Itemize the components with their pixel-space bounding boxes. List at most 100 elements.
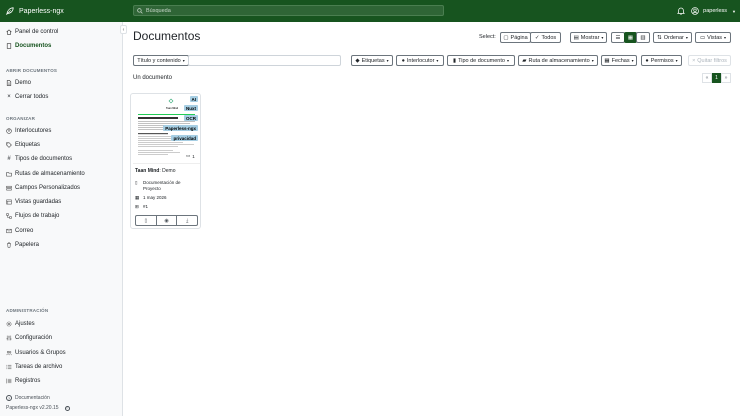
filter-permissions-dropdown[interactable]: ● Permisos ▾ — [641, 55, 682, 66]
sidebar-item-label: Vistas guardadas — [15, 199, 62, 205]
close-icon: × — [7, 94, 11, 100]
user-menu[interactable]: paperless ▼ — [691, 7, 736, 15]
filter-mode-label: Título y contenido — [137, 57, 181, 64]
sidebar-item-label: Cerrar todos — [15, 94, 49, 100]
sidebar-item-mail[interactable]: Correo — [6, 228, 33, 234]
document-card[interactable]: Taan Mind AI Nuxt OCR Paperless-ngx priv… — [130, 93, 201, 229]
download-document-button[interactable]: ⤓ — [177, 216, 197, 225]
file-icon: ▢ — [503, 34, 509, 41]
app-brand[interactable]: Paperless-ngx — [6, 7, 130, 15]
filter-tags-dropdown[interactable]: ◆ Etiquetas ▾ — [351, 55, 393, 66]
filter-tags-label: Etiquetas — [361, 57, 385, 64]
sidebar-item-workflows[interactable]: Flujos de trabajo — [6, 213, 59, 219]
filter-doctype-label: Tipo de documento — [458, 57, 505, 64]
notes-badge[interactable]: ▭ 1 — [185, 153, 196, 159]
calendar-icon: ▦ — [135, 195, 140, 200]
caret-down-icon: ▾ — [631, 58, 634, 63]
caret-down-icon: ▾ — [182, 58, 185, 63]
sidebar-item-dashboard[interactable]: Panel de control — [6, 29, 58, 35]
sidebar-item-logs[interactable]: Registros — [6, 378, 40, 384]
filter-storage-label: Ruta de almacenamiento — [528, 57, 590, 64]
views-label: Vistas — [707, 34, 723, 41]
caret-down-icon: ▾ — [685, 35, 688, 40]
info-icon[interactable]: i — [64, 405, 70, 411]
chat-icon: ▭ — [186, 153, 191, 158]
sort-label: Ordenar — [663, 34, 684, 41]
document-type-row[interactable]: ▯ Documentación de Proyecto — [135, 180, 195, 192]
sidebar-item-saved-views[interactable]: Vistas guardadas — [6, 199, 61, 205]
sidebar-item-label: Demo — [15, 80, 32, 86]
chevron-down-icon: ▼ — [732, 8, 736, 14]
sidebar-item-trash[interactable]: Papelera — [6, 242, 39, 248]
sidebar-item-label: Correo — [15, 228, 34, 234]
folder-icon: ▰ — [522, 57, 527, 64]
views-dropdown[interactable]: ▭ Vistas ▾ — [695, 32, 731, 43]
select-all-button[interactable]: ✓ Todos — [530, 32, 561, 43]
caret-down-icon: ▾ — [601, 35, 604, 40]
document-title[interactable]: Taan Mind: Demo — [135, 168, 175, 174]
document-date: 1 may 2026 — [143, 195, 167, 200]
sidebar-item-close-all[interactable]: × Cerrar todos — [6, 94, 48, 100]
search-box[interactable] — [133, 5, 444, 16]
show-dropdown[interactable]: ▤ Mostrar ▾ — [570, 32, 607, 43]
gear-icon — [6, 321, 12, 327]
fields-icon — [6, 185, 12, 191]
sidebar-item-configuration[interactable]: Configuración — [6, 335, 52, 341]
view-list-button[interactable]: ☰ — [611, 32, 625, 43]
house-icon — [6, 29, 12, 35]
sidebar-item-settings[interactable]: Ajustes — [6, 321, 35, 327]
doc-tag-ocr[interactable]: OCR — [184, 115, 198, 121]
file-icon: ▮ — [453, 57, 457, 64]
section-administration: ADMINISTRACIÓN — [6, 308, 49, 313]
document-correspondent[interactable]: Taan Mind — [135, 168, 159, 174]
leaf-logo-icon — [6, 7, 14, 15]
filter-correspondent-dropdown[interactable]: ● Interlocutor ▾ — [396, 55, 444, 66]
select-page-button[interactable]: ▢ Página — [500, 32, 531, 43]
bell-icon[interactable] — [677, 7, 686, 15]
filter-dates-dropdown[interactable]: ▦ Fechas ▾ — [601, 55, 637, 66]
version-info: Paperless-ngx v2.20.15 i — [6, 405, 70, 411]
doc-tag-privacidad[interactable]: privacidad — [171, 135, 198, 141]
sidebar-item-custom-fields[interactable]: Campos Personalizados — [6, 185, 80, 191]
pager-page-1[interactable]: 1 — [712, 73, 721, 83]
documentation-link[interactable]: ? Documentación — [6, 395, 50, 401]
document-date-row: ▦ 1 may 2026 — [135, 195, 167, 201]
doc-tag-paperless[interactable]: Paperless-ngx — [163, 125, 198, 131]
pager-prev[interactable]: « — [702, 73, 712, 83]
search-input[interactable] — [146, 7, 436, 14]
sidebar-item-label: Documentos — [15, 43, 52, 49]
sidebar-item-correspondents[interactable]: Interlocutores — [6, 128, 51, 134]
sidebar-item-label: Campos Personalizados — [15, 185, 81, 191]
sidebar-item-users-groups[interactable]: Usuarios & Grupos — [6, 350, 66, 356]
preview-document-button[interactable]: ◉ — [157, 216, 178, 225]
filter-mode-dropdown[interactable]: Título y contenido ▾ — [133, 55, 189, 66]
filter-doctype-dropdown[interactable]: ▮ Tipo de documento ▾ — [447, 55, 515, 66]
pager-next[interactable]: » — [721, 73, 731, 83]
sidebar-item-documents[interactable]: Documentos — [6, 43, 51, 49]
view-large-cards-button[interactable]: ▥ — [636, 32, 650, 43]
open-document-button[interactable]: ▯ — [136, 216, 157, 225]
sidebar-item-tags[interactable]: Etiquetas — [6, 142, 40, 148]
sidebar-item-storage-paths[interactable]: Rutas de almacenamiento — [6, 171, 85, 177]
users-icon — [6, 350, 12, 356]
sidebar-item-open-demo[interactable]: Demo — [6, 80, 31, 86]
document-icon — [6, 43, 12, 49]
views-icon: ▭ — [699, 34, 706, 41]
person-icon — [6, 128, 12, 134]
sidebar-item-label: Panel de control — [15, 29, 59, 35]
grid-icon: ▦ — [627, 34, 634, 41]
filter-text-input[interactable] — [188, 55, 341, 66]
sidebar-item-document-types[interactable]: # Tipos de documentos — [6, 156, 72, 162]
sidebar-item-file-tasks[interactable]: Tareas de archivo — [6, 364, 62, 370]
sort-dropdown[interactable]: ⇅ Ordenar ▾ — [653, 32, 692, 43]
sidebar-collapse-button[interactable]: ‹ — [120, 25, 127, 34]
filter-storage-dropdown[interactable]: ▰ Ruta de almacenamiento ▾ — [518, 55, 598, 66]
sort-icon: ⇅ — [657, 34, 662, 41]
doc-tag-nuxt[interactable]: Nuxt — [184, 105, 198, 111]
select-all-label: Todos — [541, 34, 557, 41]
clear-filters-button[interactable]: × Quitar filtros — [688, 55, 731, 66]
filter-dates-label: Fechas — [611, 57, 630, 64]
sidebar-item-label: Etiquetas — [15, 142, 41, 148]
doc-tag-ai[interactable]: AI — [189, 96, 198, 102]
help-circle-icon: ? — [6, 395, 12, 401]
